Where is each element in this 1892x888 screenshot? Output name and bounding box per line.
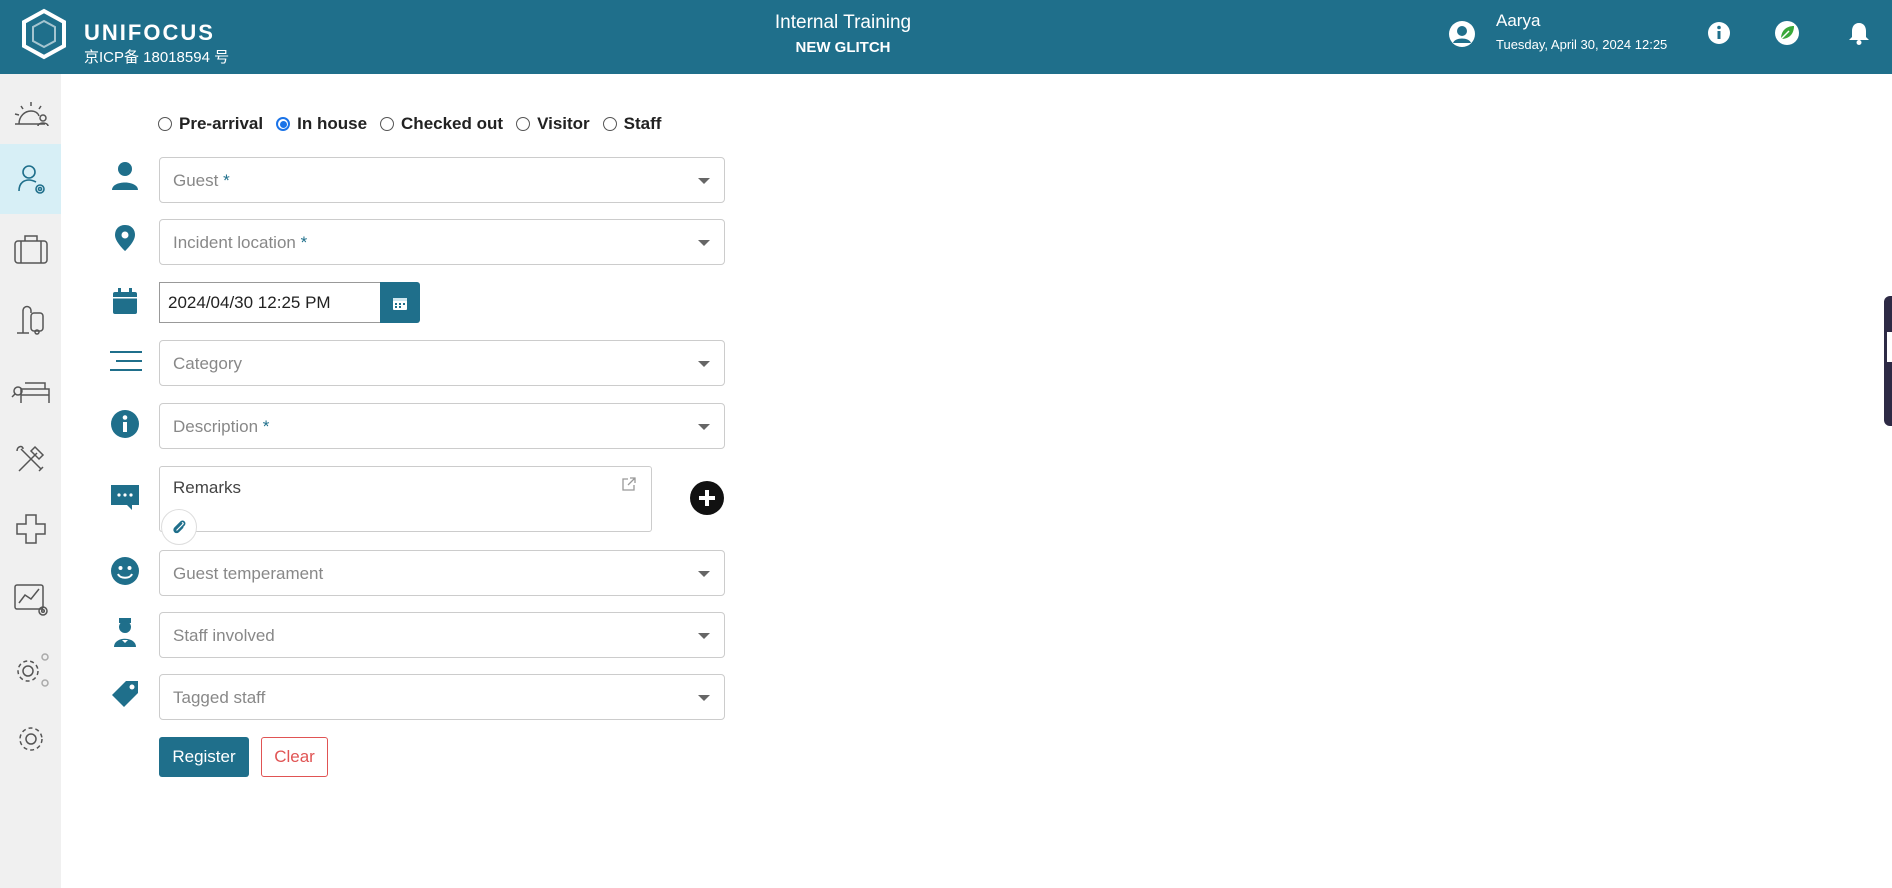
sidebar-item-settings[interactable] xyxy=(0,704,61,774)
chat-bubble-icon xyxy=(108,479,142,513)
radio-button[interactable] xyxy=(602,117,617,131)
paperclip-icon xyxy=(173,520,186,534)
register-button[interactable]: Register xyxy=(159,737,249,777)
tagged-staff-select[interactable]: Tagged staff xyxy=(159,674,725,720)
medical-cross-icon xyxy=(15,514,46,544)
sidebar-item-front-office[interactable] xyxy=(0,79,61,149)
property-title: Internal Training xyxy=(774,12,912,33)
remarks-textarea[interactable]: Remarks xyxy=(159,466,652,532)
leaf-icon[interactable] xyxy=(1774,20,1800,46)
info-circle-icon xyxy=(108,407,142,441)
staff-involved-select[interactable]: Staff involved xyxy=(159,612,725,658)
plus-icon xyxy=(699,490,715,506)
chart-settings-icon xyxy=(13,584,48,616)
property-subtitle: NEW GLITCH xyxy=(795,39,891,56)
description-select[interactable]: Description * xyxy=(159,403,725,449)
chevron-down-icon xyxy=(698,633,710,639)
sidebar-item-maintenance[interactable] xyxy=(0,424,61,494)
attachment-button[interactable] xyxy=(161,509,197,545)
chevron-down-icon xyxy=(698,695,710,701)
radio-button[interactable] xyxy=(158,117,172,131)
guest-select[interactable]: Guest * xyxy=(159,157,725,203)
chevron-down-icon xyxy=(698,571,710,577)
clear-button[interactable]: Clear xyxy=(261,737,328,777)
radio-in-house[interactable]: In house xyxy=(276,114,367,134)
top-bar: UNIFOCUS 京ICP备 18018594 号 Internal Train… xyxy=(0,0,1892,74)
location-pin-icon xyxy=(108,221,142,255)
current-date: Tuesday, April 30, 2024 12:25 xyxy=(1496,37,1668,52)
sidebar-item-housekeeping[interactable] xyxy=(0,284,61,354)
category-select[interactable]: Category xyxy=(159,340,725,386)
radio-checked-out[interactable]: Checked out xyxy=(380,114,503,134)
sidebar-item-guest-incidents[interactable] xyxy=(0,144,61,214)
luggage-icon xyxy=(13,235,48,264)
info-icon[interactable] xyxy=(1706,20,1732,46)
sidebar-item-luggage[interactable] xyxy=(0,214,61,284)
calendar-icon xyxy=(393,297,407,310)
radio-button[interactable] xyxy=(380,117,395,131)
radio-button-selected[interactable] xyxy=(276,117,291,131)
incident-location-select[interactable]: Incident location * xyxy=(159,219,725,265)
settings-icon xyxy=(18,727,43,751)
guest-temperament-select[interactable]: Guest temperament xyxy=(159,550,725,596)
radio-button[interactable] xyxy=(516,117,531,131)
bed-search-icon xyxy=(10,382,50,403)
sidebar xyxy=(0,74,61,888)
staff-person-icon xyxy=(108,615,142,649)
sunrise-guest-icon xyxy=(14,102,49,127)
smiley-icon xyxy=(108,554,142,588)
remarks-label: Remarks xyxy=(173,478,242,497)
add-remark-button[interactable] xyxy=(690,481,724,515)
vacuum-icon xyxy=(16,305,44,335)
chevron-down-icon xyxy=(698,240,710,246)
guest-settings-icon xyxy=(17,165,45,194)
radio-visitor[interactable]: Visitor xyxy=(516,114,590,134)
radio-staff[interactable]: Staff xyxy=(602,114,661,134)
user-circle-icon[interactable] xyxy=(1448,20,1476,48)
guest-status-radio-group: Pre-arrival In house Checked out Visitor… xyxy=(158,114,674,134)
sidebar-item-rooms[interactable] xyxy=(0,354,61,424)
tools-icon xyxy=(15,445,44,472)
datetime-picker-button[interactable] xyxy=(380,282,420,323)
chevron-down-icon xyxy=(698,424,710,430)
user-name[interactable]: Aarya xyxy=(1496,11,1540,31)
tag-icon xyxy=(108,677,142,711)
gears-icon xyxy=(16,653,49,687)
expand-external-icon[interactable] xyxy=(621,476,637,492)
calendar-icon xyxy=(108,284,142,318)
sidebar-item-medical[interactable] xyxy=(0,494,61,564)
chevron-down-icon xyxy=(698,178,710,184)
bell-icon[interactable] xyxy=(1846,20,1872,46)
incident-datetime-input[interactable]: 2024/04/30 12:25 PM xyxy=(159,282,380,323)
chevron-down-icon xyxy=(698,361,710,367)
sidebar-item-configuration[interactable] xyxy=(0,634,61,704)
sidebar-item-reports[interactable] xyxy=(0,564,61,634)
person-icon xyxy=(108,158,142,192)
radio-pre-arrival[interactable]: Pre-arrival xyxy=(158,114,263,134)
align-lines-icon xyxy=(106,344,146,378)
side-panel-tab[interactable] xyxy=(1884,296,1892,426)
